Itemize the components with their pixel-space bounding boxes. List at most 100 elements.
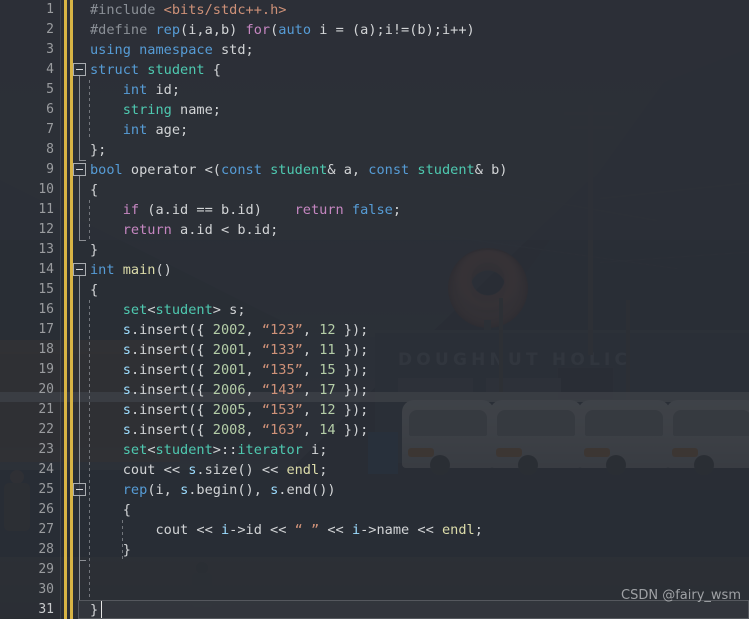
code-token: “143” (261, 382, 303, 398)
code-token: , (302, 422, 320, 438)
code-token: { (90, 182, 99, 198)
code-token: .end()) (278, 482, 336, 498)
line-number: 3 (46, 42, 54, 57)
code-line[interactable]: { (90, 280, 749, 300)
code-token: (i, (147, 482, 181, 498)
code-line[interactable]: int id; (90, 80, 749, 100)
code-token: >:: (212, 442, 238, 458)
code-line[interactable]: rep(i, s.begin(), s.end()) (90, 480, 749, 500)
line-number: 4 (46, 62, 54, 77)
code-token: & b) (474, 162, 508, 178)
code-line[interactable]: } (90, 540, 749, 560)
line-number: 16 (38, 302, 54, 317)
code-token: int (90, 262, 115, 278)
code-token: 11 (319, 342, 336, 358)
line-number: 24 (38, 462, 54, 477)
code-token: .insert({ (130, 362, 213, 378)
code-token: () (155, 262, 172, 278)
code-line[interactable]: int age; (90, 120, 749, 140)
code-token: 12 (319, 322, 336, 338)
line-number: 7 (46, 122, 54, 137)
code-line[interactable]: { (90, 180, 749, 200)
code-line[interactable]: string name; (90, 100, 749, 120)
code-token: }); (335, 422, 369, 438)
code-editor[interactable]: DOUGHNUT HOLIC (0, 0, 749, 619)
code-line[interactable]: using namespace std; (90, 40, 749, 60)
code-token: endl (286, 462, 320, 478)
code-line[interactable]: }; (90, 140, 749, 160)
code-line[interactable]: if (a.id == b.id) return false; (90, 200, 749, 220)
code-token: .begin(), (188, 482, 271, 498)
code-line[interactable]: s.insert({ 2002, “123”, 12 }); (90, 320, 749, 340)
line-number: 23 (38, 442, 54, 457)
code-token: rep (155, 22, 181, 38)
collapse-fold-icon[interactable] (73, 483, 86, 496)
line-number: 15 (38, 282, 54, 297)
code-text-area[interactable]: #include <bits/stdc++.h> #define rep(i,a,… (90, 0, 749, 619)
code-line[interactable]: s.insert({ 2008, “163”, 14 }); (90, 420, 749, 440)
code-token: using (90, 42, 140, 58)
change-bar (70, 0, 73, 619)
code-token: “133” (261, 342, 303, 358)
collapse-fold-icon[interactable] (73, 263, 86, 276)
code-token: }); (335, 322, 369, 338)
code-token: set (122, 302, 148, 318)
code-line[interactable]: struct student { (90, 60, 749, 80)
code-line[interactable] (90, 560, 749, 580)
code-token: student (417, 162, 475, 178)
line-number: 17 (38, 322, 54, 337)
code-line[interactable]: cout << i->id << “ ” << i->name << endl; (90, 520, 749, 540)
line-number: 21 (38, 402, 54, 417)
code-token: student (155, 302, 213, 318)
code-token: .insert({ (130, 382, 213, 398)
line-number: 29 (38, 562, 54, 577)
code-line[interactable]: set<student>::iterator i; (90, 440, 749, 460)
code-token: , (302, 402, 320, 418)
code-line[interactable]: set<student> s; (90, 300, 749, 320)
collapse-fold-icon[interactable] (73, 63, 86, 76)
code-token: “163” (261, 422, 303, 438)
line-number: 20 (38, 382, 54, 397)
code-line[interactable]: #include <bits/stdc++.h> (90, 0, 749, 20)
code-token: a.id < b.id; (171, 222, 279, 238)
code-token: const (220, 162, 262, 178)
code-token: “ ” (294, 522, 320, 538)
code-line[interactable]: return a.id < b.id; (90, 220, 749, 240)
code-token: endl (441, 522, 475, 538)
line-number: 8 (46, 142, 54, 157)
code-line[interactable]: s.insert({ 2001, “133”, 11 }); (90, 340, 749, 360)
code-token: cout << (90, 522, 221, 538)
code-token: & a, (327, 162, 369, 178)
line-number: 30 (38, 582, 54, 597)
editor-gutter[interactable]: 1 2 3 4 5 6 7 8 9 10 11 12 13 14 15 16 17 18 19 20 21 22 23 24 2… (0, 0, 90, 619)
code-token: std; (220, 42, 254, 58)
code-line[interactable]: } (90, 240, 749, 260)
line-number: 12 (38, 222, 54, 237)
code-line[interactable]: s.insert({ 2006, “143”, 17 }); (90, 380, 749, 400)
code-line[interactable]: #define rep(i,a,b) for(auto i = (a);i!=(… (90, 20, 749, 40)
code-token: ->name << (360, 522, 442, 538)
code-line[interactable]: s.insert({ 2001, “135”, 15 }); (90, 360, 749, 380)
code-token: }); (335, 342, 369, 358)
code-line[interactable]: s.insert({ 2005, “153”, 12 }); (90, 400, 749, 420)
line-number: 28 (38, 542, 54, 557)
code-token: }); (335, 362, 369, 378)
line-number: 25 (38, 482, 54, 497)
code-token: < (147, 302, 156, 318)
code-token: s (122, 382, 131, 398)
gutter-separator (60, 0, 61, 619)
code-token: 17 (319, 382, 336, 398)
collapse-fold-icon[interactable] (73, 163, 86, 176)
code-line[interactable]: bool operator <(const student& a, const … (90, 160, 749, 180)
line-number: 1 (46, 2, 54, 17)
code-line[interactable]: cout << s.size() << endl; (90, 460, 749, 480)
code-token: #define (90, 22, 156, 38)
code-line[interactable]: { (90, 500, 749, 520)
code-line[interactable]: int main() (90, 260, 749, 280)
